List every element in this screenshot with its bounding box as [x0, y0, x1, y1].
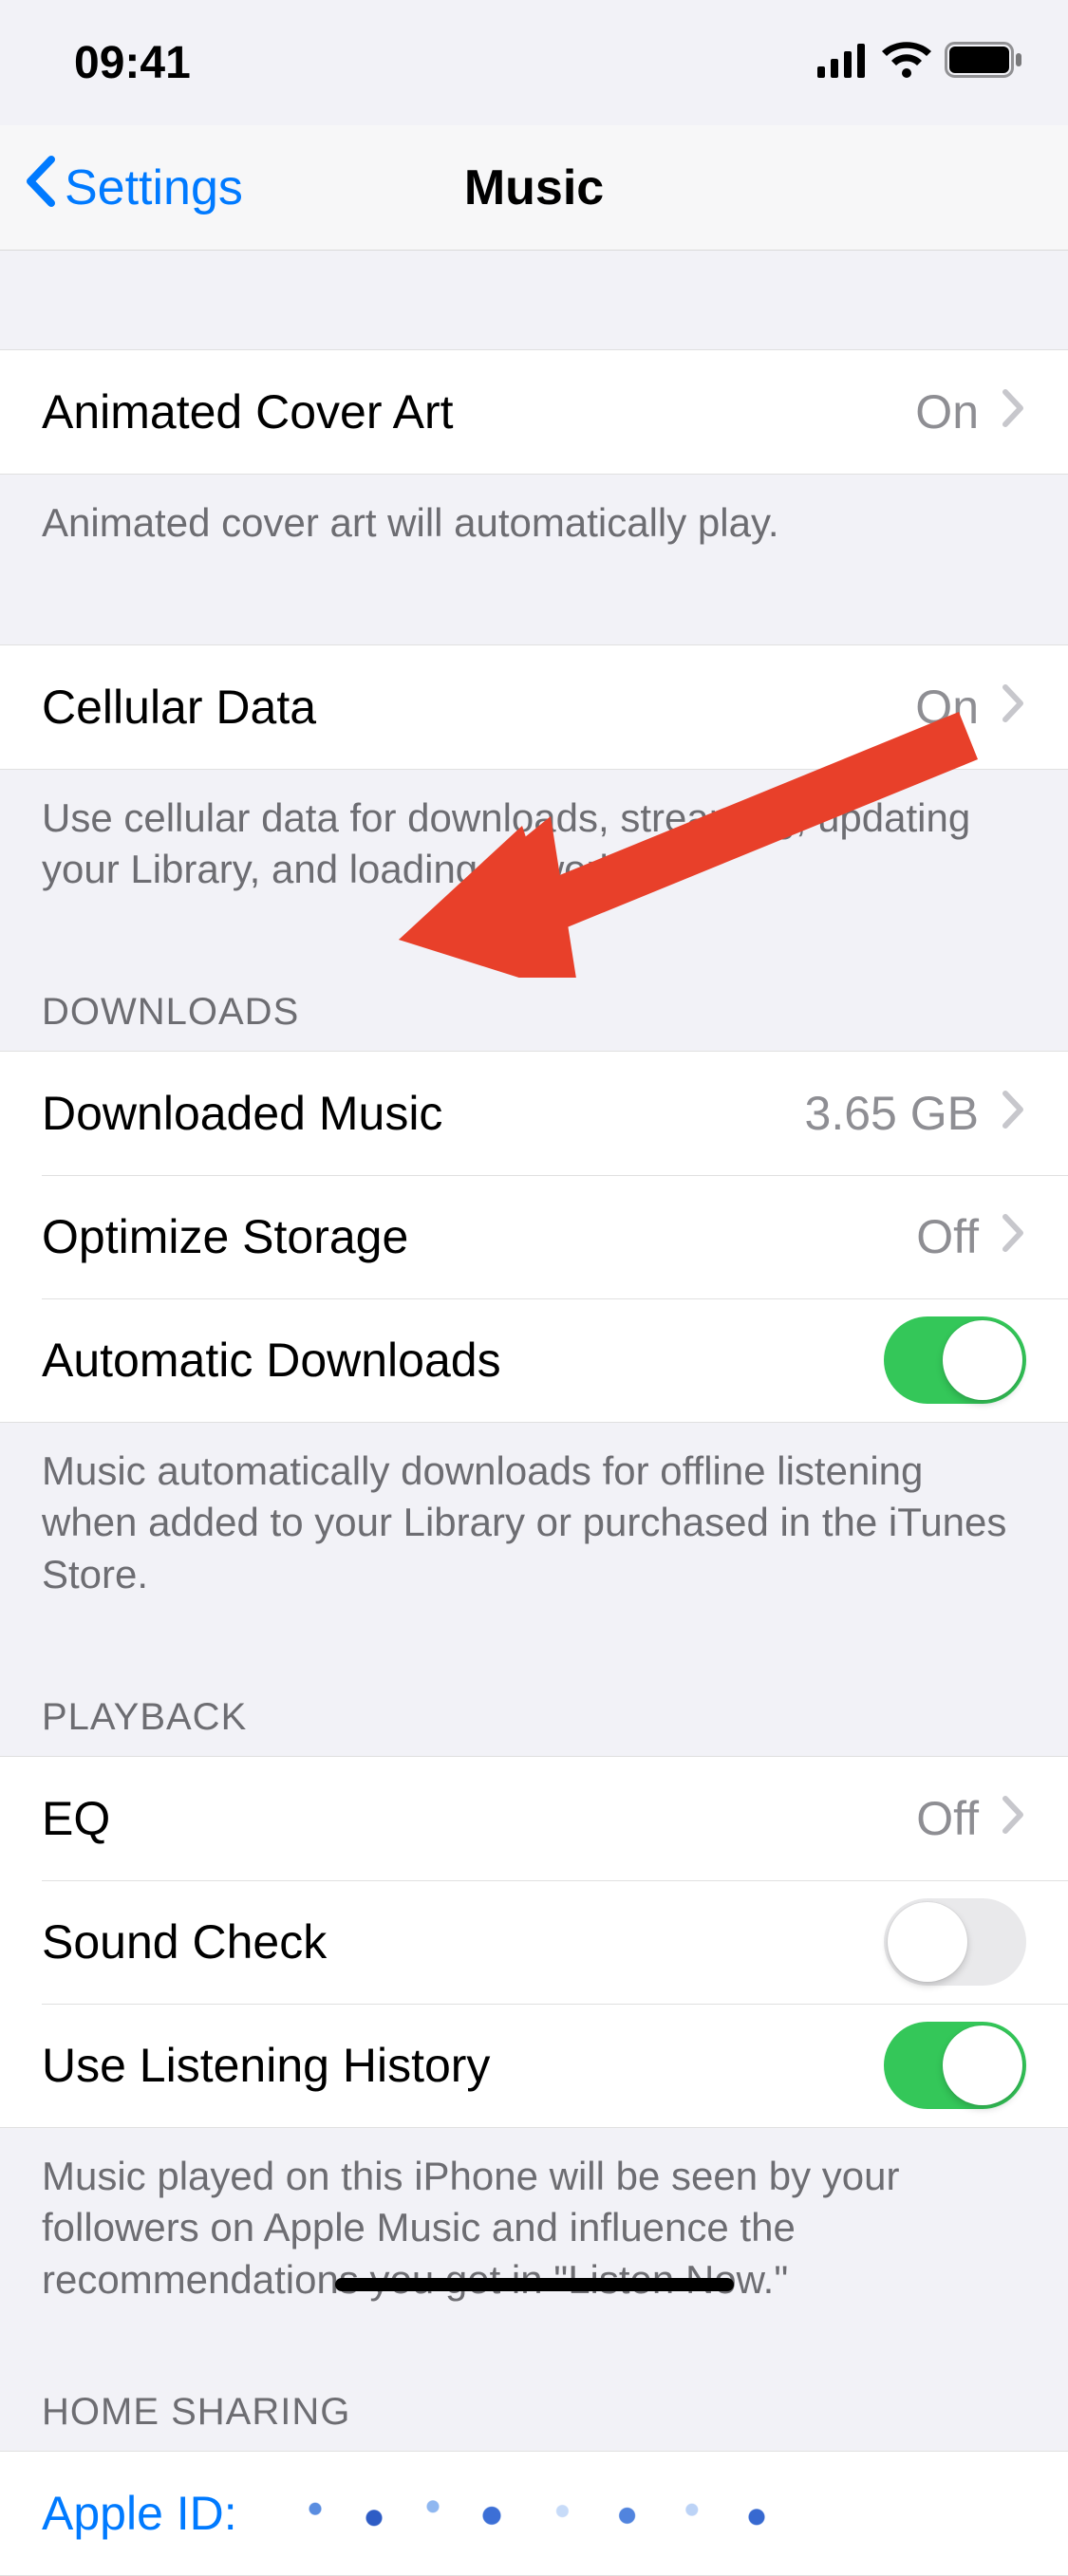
- section-header-downloads: DOWNLOADS: [0, 991, 1068, 1051]
- row-label: Use Listening History: [42, 2038, 884, 2093]
- back-button[interactable]: Settings: [23, 156, 243, 219]
- row-value: On: [915, 384, 979, 439]
- row-value: Off: [916, 1209, 979, 1264]
- row-label: Animated Cover Art: [42, 384, 915, 439]
- status-bar: 09:41: [0, 0, 1068, 125]
- cellular-signal-icon: [817, 37, 869, 89]
- chevron-right-icon: [1002, 1791, 1026, 1846]
- apple-id-label: Apple ID:: [42, 2486, 237, 2541]
- row-optimize-storage[interactable]: Optimize Storage Off: [42, 1175, 1068, 1298]
- toggle-sound-check[interactable]: [884, 1898, 1026, 1986]
- row-sound-check: Sound Check: [42, 1880, 1068, 2004]
- row-value: 3.65 GB: [805, 1086, 979, 1141]
- section-footer: Use cellular data for downloads, streami…: [0, 770, 1068, 896]
- row-animated-cover-art[interactable]: Animated Cover Art On: [0, 350, 1068, 474]
- row-use-listening-history: Use Listening History: [42, 2004, 1068, 2127]
- row-label: Sound Check: [42, 1914, 884, 1969]
- chevron-right-icon: [1002, 1086, 1026, 1141]
- chevron-left-icon: [23, 156, 57, 219]
- section-header-playback: PLAYBACK: [0, 1696, 1068, 1756]
- row-value: On: [915, 680, 979, 735]
- chevron-right-icon: [1002, 384, 1026, 439]
- row-automatic-downloads: Automatic Downloads: [42, 1298, 1068, 1422]
- row-label: EQ: [42, 1791, 916, 1846]
- row-apple-id[interactable]: Apple ID:: [0, 2452, 1068, 2575]
- chevron-right-icon: [1002, 680, 1026, 735]
- navigation-bar: Settings Music: [0, 125, 1068, 251]
- row-cellular-data[interactable]: Cellular Data On: [0, 645, 1068, 769]
- section-footer: Animated cover art will automatically pl…: [0, 475, 1068, 550]
- row-label: Cellular Data: [42, 680, 915, 735]
- apple-id-redacted: [256, 2491, 845, 2536]
- row-label: Optimize Storage: [42, 1209, 916, 1264]
- battery-icon: [945, 37, 1022, 89]
- home-indicator[interactable]: [335, 2278, 734, 2291]
- toggle-automatic-downloads[interactable]: [884, 1316, 1026, 1404]
- wifi-icon: [882, 37, 931, 89]
- status-time: 09:41: [74, 37, 191, 89]
- row-label: Automatic Downloads: [42, 1333, 884, 1388]
- toggle-use-listening-history[interactable]: [884, 2022, 1026, 2109]
- row-value: Off: [916, 1791, 979, 1846]
- row-eq[interactable]: EQ Off: [0, 1757, 1068, 1880]
- section-footer: Music automatically downloads for offlin…: [0, 1423, 1068, 1601]
- row-downloaded-music[interactable]: Downloaded Music 3.65 GB: [0, 1052, 1068, 1175]
- chevron-right-icon: [1002, 1209, 1026, 1264]
- section-header-home-sharing: HOME SHARING: [0, 2391, 1068, 2451]
- row-label: Downloaded Music: [42, 1086, 805, 1141]
- back-label: Settings: [65, 159, 243, 216]
- status-indicators: [817, 37, 1022, 89]
